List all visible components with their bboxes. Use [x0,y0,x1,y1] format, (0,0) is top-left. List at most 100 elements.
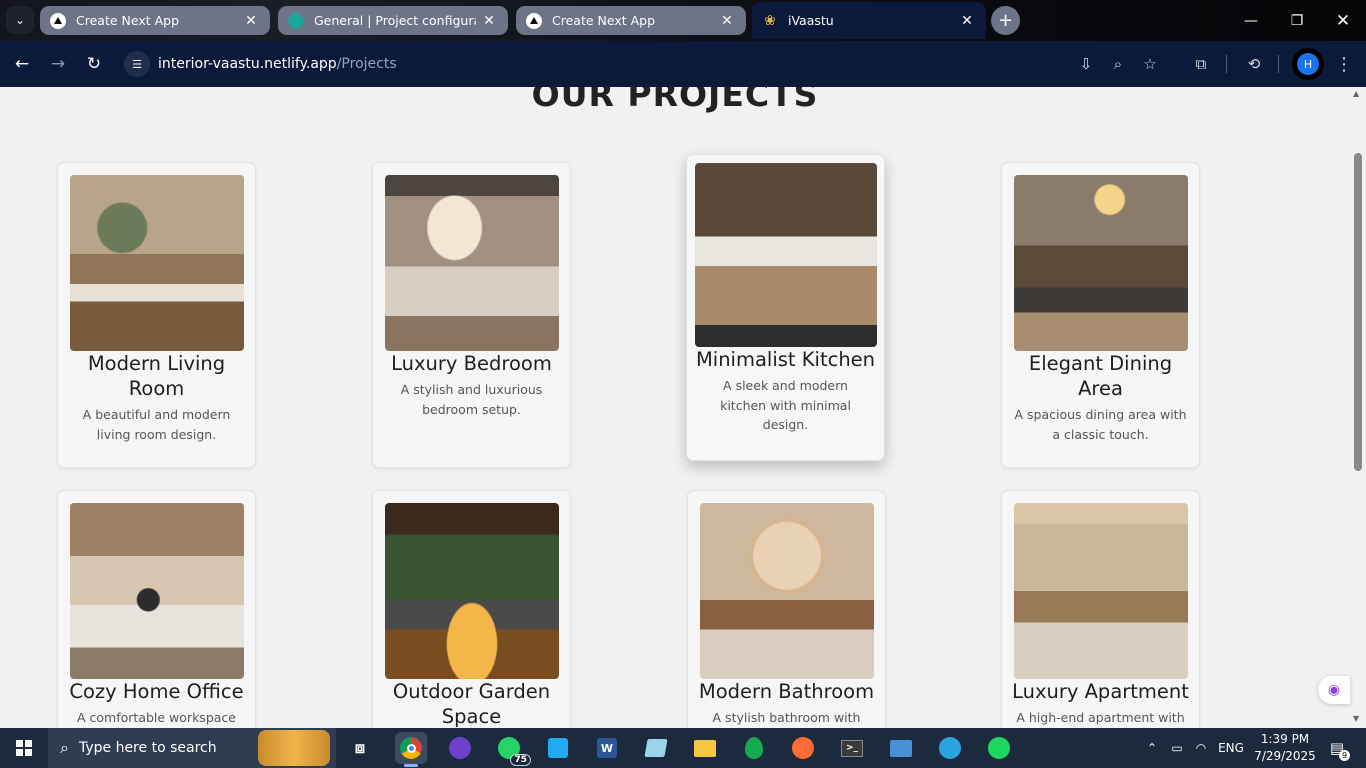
url-text[interactable]: interior-vaastu.netlify.app/Projects [158,56,397,72]
reload-icon[interactable]: ↻ [79,49,109,79]
project-image-living-room [69,175,244,351]
tab-project-configuration[interactable]: General | Project configuration ✕ [278,6,508,35]
tiger-search-highlight-icon[interactable] [258,730,330,766]
vscode-icon[interactable] [542,732,574,764]
restore-icon[interactable]: ❐ [1274,0,1320,41]
menu-kebab-icon[interactable]: ⋮ [1329,49,1359,79]
clock-time: 1:39 PM [1260,732,1310,746]
page-scrollbar[interactable]: ▲ ▼ [1350,87,1366,728]
windows-logo-icon [16,740,32,756]
postman-icon[interactable] [787,732,819,764]
tab-title: Create Next App [552,13,656,28]
tab-strip: ⌄ Create Next App ✕ General | Project co… [0,0,1366,41]
close-tab-icon[interactable]: ✕ [480,13,498,29]
notification-center-icon[interactable]: ▤ 9 [1322,728,1352,768]
profile-avatar[interactable]: H [1292,48,1324,80]
vercel-icon [50,12,66,29]
project-title: Minimalist Kitchen [695,348,876,371]
notepad-icon[interactable] [640,732,672,764]
scroll-down-icon[interactable]: ▼ [1353,714,1359,723]
browser-toolbar: ← → ↻ ☰ interior-vaastu.netlify.app/Proj… [0,41,1366,87]
battery-icon[interactable]: ▭ [1166,728,1188,768]
project-description: A spacious dining area with a classic to… [1014,407,1187,442]
language-indicator[interactable]: ENG [1214,728,1248,768]
tab-title: General | Project configuration [314,13,476,28]
project-card[interactable]: Cozy Home Office A comfortable workspace… [57,490,256,728]
page-title: OUR PROJECTS [531,87,819,114]
project-description: A beautiful and modern living room desig… [82,407,231,442]
scrollbar-thumb[interactable] [1354,153,1362,471]
taskbar-clock[interactable]: 1:39 PM 7/29/2025 [1253,731,1317,765]
url-path: /Projects [336,56,397,72]
project-card[interactable]: Luxury Bedroom A stylish and luxurious b… [372,162,571,468]
project-description: A comfortable workspace with [77,710,236,725]
close-window-icon[interactable]: ✕ [1320,0,1366,41]
forward-arrow-icon[interactable]: → [43,49,73,79]
toolbar-divider [1278,55,1279,73]
clock-date: 7/29/2025 [1254,749,1316,763]
close-tab-icon[interactable]: ✕ [718,13,736,29]
mongodb-icon[interactable] [738,732,770,764]
whatsapp-badge: 75 [510,754,531,766]
telegram-icon[interactable] [934,732,966,764]
project-description: A stylish and luxurious bedroom setup. [400,382,543,417]
project-title: Modern Living Room [87,352,226,400]
zoom-icon[interactable]: ⌕ [1103,49,1133,79]
copilot-icon[interactable]: ◉ [1318,676,1350,704]
bookmark-star-icon[interactable]: ☆ [1135,49,1165,79]
show-hidden-icons-chevron[interactable]: ⌃ [1142,728,1162,768]
tab-search-chevron-icon[interactable]: ⌄ [6,6,34,34]
install-app-icon[interactable]: ⇩ [1071,49,1101,79]
project-title: Modern Bathroom [698,680,875,703]
task-view-icon[interactable]: ⧈ [344,732,376,764]
github-desktop-icon[interactable] [444,732,476,764]
project-image-bathroom [699,503,874,679]
tab-ivaastu[interactable]: ❀ iVaastu ✕ [752,2,986,39]
toolbar-divider [1226,55,1227,73]
project-image-office [69,503,244,679]
close-tab-icon[interactable]: ✕ [958,13,976,29]
search-icon: ⌕ [60,738,69,757]
project-card[interactable]: Outdoor Garden Space [372,490,571,728]
project-card[interactable]: Minimalist Kitchen A sleek and modern ki… [686,154,885,461]
close-tab-icon[interactable]: ✕ [242,13,260,29]
project-image-kitchen [694,163,877,347]
extensions-icon[interactable]: ⧉ [1186,49,1216,79]
project-description: A high-end apartment with [1016,710,1185,725]
tab-title: Create Next App [76,13,180,28]
windows-taskbar: ⌕ Type here to search ⧈ 75 W >_ ⌃ ▭ ◠ EN… [0,728,1366,768]
minimize-icon[interactable]: — [1228,0,1274,41]
terminal-icon[interactable]: >_ [836,732,868,764]
wifi-icon[interactable]: ◠ [1190,728,1212,768]
site-info-icon[interactable]: ☰ [124,51,150,77]
chrome-icon[interactable] [395,732,427,767]
project-description: A stylish bathroom with [712,710,861,725]
word-icon[interactable]: W [591,732,623,764]
project-title: Elegant Dining Area [1028,352,1173,400]
projects-page: OUR PROJECTS Modern Living Room A beauti… [0,87,1350,728]
tab-create-next-app-2[interactable]: Create Next App ✕ [516,6,746,35]
project-card[interactable]: Modern Bathroom A stylish bathroom with [687,490,886,728]
start-button[interactable] [0,728,48,768]
project-title: Outdoor Garden Space [392,680,551,728]
file-explorer-icon[interactable] [689,732,721,764]
tab-create-next-app-1[interactable]: Create Next App ✕ [40,6,270,35]
back-arrow-icon[interactable]: ← [7,49,37,79]
profile-initial: H [1297,53,1319,75]
control-panel-icon[interactable] [885,732,917,764]
project-image-garden [384,503,559,679]
project-card[interactable]: Modern Living Room A beautiful and moder… [57,162,256,468]
spotify-icon[interactable] [983,732,1015,764]
teal-diamond-icon [286,10,306,31]
project-image-bedroom [384,175,559,351]
notification-count: 9 [1339,750,1351,761]
address-bar[interactable]: ☰ interior-vaastu.netlify.app/Projects [120,47,1173,81]
history-icon[interactable]: ⟲ [1239,49,1269,79]
whatsapp-icon[interactable]: 75 [493,732,531,766]
lotus-icon: ❀ [764,12,776,29]
scroll-up-icon[interactable]: ▲ [1353,89,1359,98]
project-title: Cozy Home Office [69,680,244,703]
project-card[interactable]: Luxury Apartment A high-end apartment wi… [1001,490,1200,728]
project-card[interactable]: Elegant Dining Area A spacious dining ar… [1001,162,1200,468]
new-tab-button[interactable]: + [991,6,1020,35]
